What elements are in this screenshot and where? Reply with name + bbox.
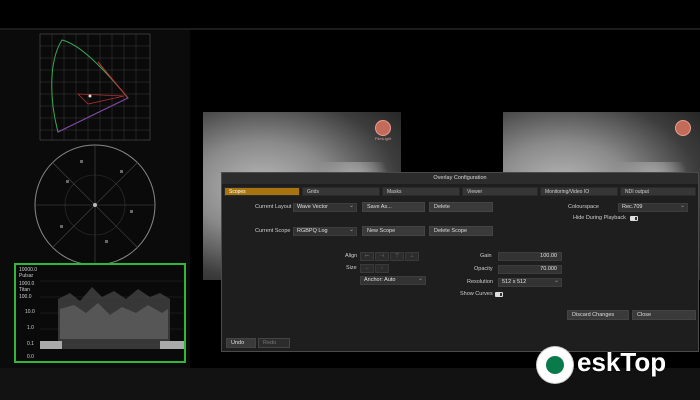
waveform-label-10: 10.0	[25, 309, 35, 315]
align-left-button[interactable]: ⊢	[360, 252, 374, 261]
hide-during-playback-label: Hide During Playback	[573, 215, 626, 221]
show-curves-toggle[interactable]	[495, 292, 503, 297]
save-as-button[interactable]: Save As...	[362, 202, 425, 212]
resolution-dropdown[interactable]: 512 x 512	[498, 278, 562, 287]
undo-button[interactable]: Undo	[226, 338, 256, 348]
tab-grids[interactable]: Grids	[302, 187, 380, 196]
gain-label: Gain	[480, 253, 492, 259]
size-height-button[interactable]: ↕	[375, 264, 389, 273]
waveform-label-pulsar: Pulsar	[19, 273, 34, 279]
close-button[interactable]: Close	[632, 310, 696, 320]
redo-button[interactable]: Redo	[258, 338, 290, 348]
current-scope-dropdown[interactable]: RGBPQ Log	[293, 227, 357, 236]
cie-chromaticity-scope	[39, 33, 151, 141]
show-curves-label: Show Curves	[460, 291, 493, 297]
waveform-label-100: 100.0	[19, 294, 32, 300]
waveform-label-1: 1.0	[27, 325, 34, 331]
waveform-trace	[40, 280, 184, 349]
gain-field[interactable]: 100.00	[498, 252, 562, 261]
colourspace-label: Colourspace	[568, 204, 599, 210]
filmlight-logo-icon	[375, 120, 391, 136]
size-label: Size	[346, 265, 357, 271]
video-logo-text: FilmLight	[375, 136, 392, 141]
waveform-label-0: 0.0	[27, 354, 34, 360]
desktop-logo-icon	[537, 347, 573, 383]
dialog-title: Overlay Configuration	[222, 173, 698, 184]
align-top-button[interactable]: ⊤	[390, 252, 404, 261]
waveform-scope[interactable]: 10000.0 Pulsar 1000.0 Titan 100.0 10.0 1…	[14, 263, 186, 363]
top-bar	[0, 0, 700, 28]
resolution-label: Resolution	[467, 279, 493, 285]
current-layout-dropdown[interactable]: Wave Vector	[293, 203, 357, 212]
overlay-configuration-dialog: Overlay Configuration Scopes Grids Masks…	[221, 172, 699, 352]
new-scope-button[interactable]: New Scope	[362, 226, 425, 236]
opacity-field[interactable]: 70.000	[498, 265, 562, 274]
waveform-label-titan: Titan	[19, 287, 30, 293]
colourspace-dropdown[interactable]: Rec.709	[618, 203, 688, 212]
tab-ndi-output[interactable]: NDI output	[620, 187, 696, 196]
current-layout-label: Current Layout	[255, 204, 292, 210]
opacity-label: Opacity	[474, 266, 493, 272]
vectorscope	[34, 144, 156, 266]
waveform-label-0-1: 0.1	[27, 341, 34, 347]
current-scope-label: Current Scope	[255, 228, 291, 234]
delete-button[interactable]: Delete	[429, 202, 493, 212]
tab-masks[interactable]: Masks	[382, 187, 460, 196]
tab-monitoring-video-io[interactable]: Monitoring/Video IO	[540, 187, 618, 196]
tab-viewer[interactable]: Viewer	[462, 187, 538, 196]
discard-changes-button[interactable]: Discard Changes	[567, 310, 629, 320]
align-label: Align	[345, 253, 358, 259]
delete-scope-button[interactable]: Delete Scope	[429, 226, 493, 236]
filmlight-logo-icon	[675, 120, 691, 136]
hide-during-playback-toggle[interactable]	[630, 216, 638, 221]
anchor-dropdown[interactable]: Anchor: Auto	[360, 276, 426, 285]
align-bottom-button[interactable]: ⊥	[405, 252, 419, 261]
align-center-button[interactable]: ⊣	[375, 252, 389, 261]
watermark-text: eskTop	[577, 347, 667, 377]
size-width-button[interactable]: ↔	[360, 264, 374, 273]
tab-scopes[interactable]: Scopes	[224, 187, 300, 196]
